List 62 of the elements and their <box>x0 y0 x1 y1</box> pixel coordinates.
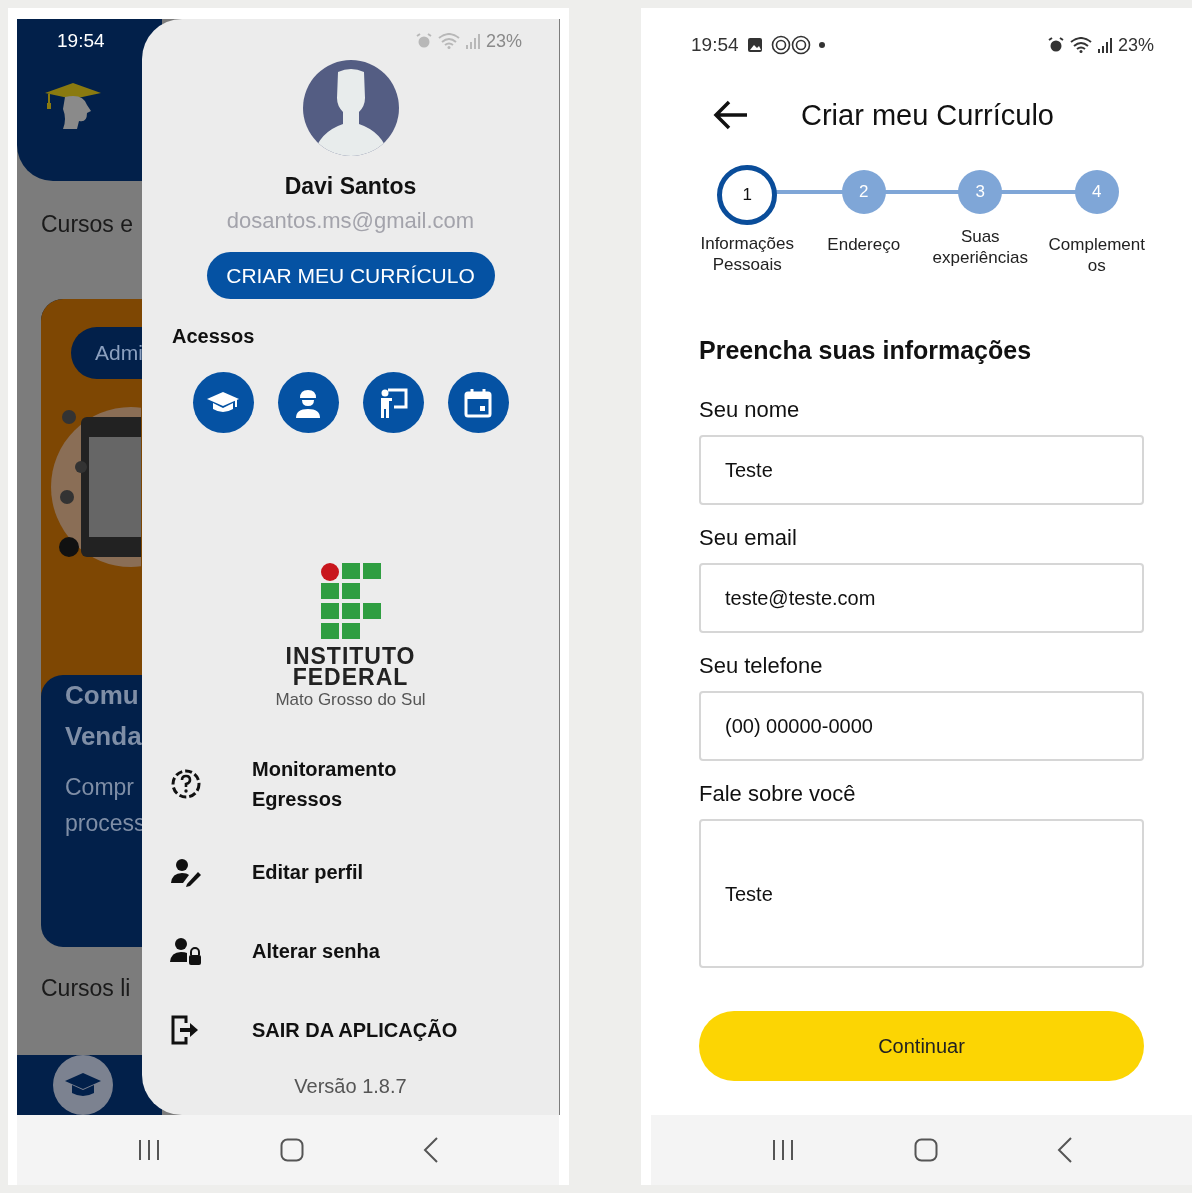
field-label: Seu telefone <box>699 653 824 679</box>
version-text: Versão 1.8.7 <box>294 1075 407 1098</box>
person-lock-icon <box>170 935 202 966</box>
step-circle[interactable]: 1 <box>717 165 778 225</box>
back-icon[interactable] <box>1056 1137 1073 1163</box>
signal-icon <box>465 33 480 49</box>
battery-level: 23% <box>485 30 522 52</box>
image-icon <box>746 37 763 53</box>
card-title: Comu <box>65 678 140 712</box>
worker-icon <box>294 387 322 418</box>
courses-shortcut-button[interactable] <box>192 372 254 433</box>
wifi-icon <box>437 33 460 49</box>
text-area[interactable]: Teste <box>699 819 1144 968</box>
person-edit-icon <box>170 856 202 887</box>
user-email: dosantos.ms@gmail.com <box>226 208 475 234</box>
create-resume-button[interactable]: CRIAR MEU CURRÍCULO <box>206 252 495 299</box>
home-icon[interactable] <box>280 1138 304 1163</box>
alarm-icon <box>1047 37 1064 53</box>
recent-apps-icon[interactable] <box>770 1139 795 1161</box>
logout-icon <box>170 1013 200 1046</box>
field-label: Fale sobre você <box>699 781 857 807</box>
step-label: Endereço <box>826 234 902 255</box>
logo-text: FEDERAL <box>292 667 409 688</box>
step-label: Complementos <box>1047 234 1146 276</box>
teacher-shortcut-button[interactable] <box>362 372 424 433</box>
presenter-icon <box>378 386 408 419</box>
card-title: Venda <box>65 719 143 753</box>
continue-button[interactable]: Continuar <box>699 1011 1144 1081</box>
field-label: Seu nome <box>699 397 801 423</box>
field-label: Seu email <box>699 525 798 551</box>
alarm-icon <box>415 33 432 49</box>
input-field[interactable]: (00) 00000-0000 <box>699 691 1144 761</box>
institute-logo-icon <box>320 563 381 641</box>
help-icon <box>170 768 202 800</box>
logo-text: INSTITUTO <box>285 646 416 667</box>
calendar-icon <box>463 387 493 418</box>
signal-icon <box>1097 37 1112 53</box>
jobs-shortcut-button[interactable] <box>277 372 339 433</box>
dot-icon <box>818 42 825 48</box>
wifi-icon <box>1069 37 1092 53</box>
calendar-shortcut-button[interactable] <box>447 372 509 433</box>
section-title: Cursos e <box>40 209 135 239</box>
form-title: Preencha suas informações <box>699 336 1033 365</box>
battery-level: 23% <box>1117 34 1154 56</box>
page-title: Criar meu Currículo <box>801 98 1054 132</box>
step-label: Suas experiências <box>931 226 1029 268</box>
recent-apps-icon[interactable] <box>136 1139 161 1162</box>
input-field[interactable]: teste@teste.com <box>699 563 1144 633</box>
step-label: Informações Pessoais <box>699 233 795 275</box>
user-name: Davi Santos <box>284 173 417 200</box>
menu-item[interactable]: SAIR DA APLICAÇÃO <box>142 990 559 1069</box>
section-title: Cursos li <box>40 973 132 1003</box>
input-field[interactable]: Teste <box>699 435 1144 505</box>
section-title: Acessos <box>172 325 255 348</box>
back-arrow-icon[interactable] <box>713 100 749 130</box>
home-icon[interactable] <box>913 1138 938 1162</box>
status-time: 19:54 <box>57 30 105 52</box>
avatar-icon <box>302 60 399 156</box>
status-time: 19:54 <box>691 34 739 56</box>
card-text: Compr <box>65 772 135 802</box>
logo-subtitle: Mato Grosso do Sul <box>275 690 426 710</box>
back-icon[interactable] <box>423 1137 440 1164</box>
